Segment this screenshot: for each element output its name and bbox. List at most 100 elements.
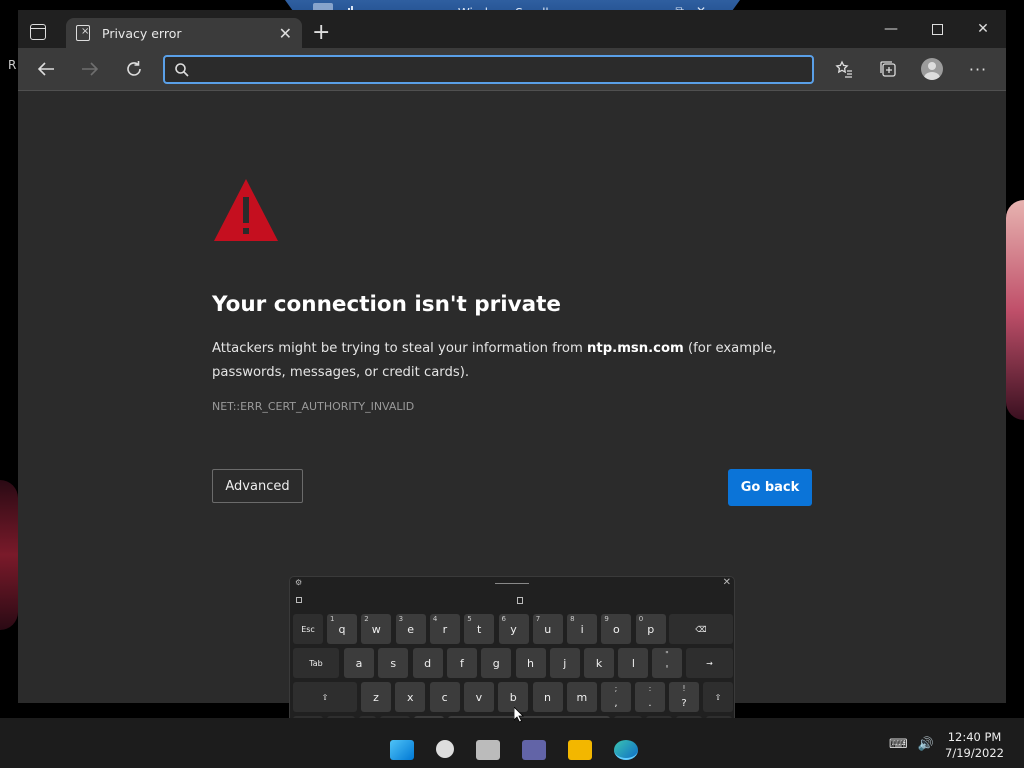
forward-button[interactable] (76, 57, 104, 81)
shift-right-key[interactable]: ⇧ (703, 682, 733, 712)
key-u[interactable]: u7 (532, 614, 563, 644)
start-icon[interactable] (390, 740, 414, 760)
key-label: ⇧ (321, 692, 329, 702)
key-label: → (706, 658, 713, 668)
key-label: b (509, 690, 517, 704)
go-back-button[interactable]: Go back (728, 469, 812, 506)
key-p[interactable]: p0 (635, 614, 666, 644)
refresh-button[interactable] (120, 57, 148, 81)
key-l[interactable]: l (618, 648, 649, 678)
key-t[interactable]: t5 (464, 614, 495, 644)
task-view-icon[interactable] (476, 740, 500, 760)
key-label: , (614, 698, 618, 709)
warning-icon (214, 179, 278, 241)
clock-date: 7/19/2022 (945, 746, 1004, 760)
key-label: d (424, 656, 432, 670)
collections-button[interactable] (874, 57, 902, 81)
key-label: p (647, 622, 655, 636)
drag-handle[interactable] (495, 583, 529, 584)
key-label: i (580, 622, 584, 636)
key-h[interactable]: h (515, 648, 546, 678)
back-button[interactable] (32, 57, 60, 81)
tab-strip: Privacy error ✕ + — ✕ (18, 10, 1006, 48)
key-s[interactable]: s (378, 648, 409, 678)
shift-left-key[interactable]: ⇧ (293, 682, 357, 712)
collections-icon (880, 61, 896, 77)
question-key[interactable]: !? (669, 682, 699, 712)
taskbar: ⌨ 🔊 12:40 PM 7/19/2022 (0, 718, 1024, 768)
tab-privacy-error[interactable]: Privacy error ✕ (66, 18, 302, 48)
key-label: ⌫ (695, 624, 707, 634)
gear-icon[interactable]: ⚙ (295, 578, 302, 587)
key-number-hint: 8 (570, 615, 575, 623)
period-key[interactable]: :. (635, 682, 665, 712)
esc-key[interactable]: Esc (293, 614, 323, 644)
address-bar[interactable] (163, 55, 814, 84)
key-number-hint: 6 (501, 615, 506, 623)
clock[interactable]: 12:40 PM 7/19/2022 (945, 729, 1004, 761)
keyboard-layout-icon[interactable] (296, 597, 302, 603)
profile-button[interactable] (918, 57, 946, 81)
key-n[interactable]: n (532, 682, 563, 712)
tab-actions-icon[interactable] (30, 24, 46, 40)
refresh-icon (127, 61, 141, 76)
key-number-hint: 3 (398, 615, 404, 623)
key-w[interactable]: w2 (361, 614, 392, 644)
backspace-key[interactable]: ⌫ (669, 614, 733, 644)
key-label: Tab (309, 658, 323, 668)
desktop-side-label: R (8, 58, 17, 72)
key-f[interactable]: f (446, 648, 477, 678)
key-z[interactable]: z (361, 682, 391, 712)
star-list-icon (835, 60, 852, 78)
key-a[interactable]: a (344, 648, 374, 678)
error-code: NET::ERR_CERT_AUTHORITY_INVALID (212, 400, 415, 413)
key-number-hint: 1 (330, 615, 335, 623)
key-j[interactable]: j (549, 648, 580, 678)
comma-key[interactable]: ;, (601, 682, 631, 712)
clipboard-icon[interactable] (517, 597, 523, 604)
close-icon[interactable]: ✕ (723, 577, 731, 588)
key-d[interactable]: d (412, 648, 443, 678)
key-label: . (648, 698, 652, 709)
key-label: m (576, 690, 588, 704)
key-c[interactable]: c (429, 682, 460, 712)
close-button[interactable]: ✕ (960, 10, 1006, 48)
settings-more-button[interactable]: ··· (964, 57, 992, 81)
volume-icon[interactable]: 🔊 (918, 737, 934, 752)
key-label: w (371, 622, 381, 636)
advanced-button[interactable]: Advanced (212, 469, 303, 503)
key-x[interactable]: x (395, 682, 426, 712)
key-secondary-label: " (665, 650, 669, 659)
new-tab-button[interactable]: + (312, 22, 330, 44)
key-q[interactable]: q1 (327, 614, 357, 644)
key-label: h (527, 656, 534, 670)
key-e[interactable]: e3 (395, 614, 426, 644)
enter-key[interactable]: → (686, 648, 733, 678)
key-label: v (475, 690, 483, 704)
edge-icon[interactable] (614, 740, 638, 760)
key-label: ' (665, 664, 669, 675)
favorites-button[interactable] (830, 57, 858, 81)
key-y[interactable]: y6 (498, 614, 529, 644)
keyboard-icon[interactable]: ⌨ (889, 737, 908, 752)
minimize-button[interactable]: — (868, 10, 914, 48)
key-o[interactable]: o9 (601, 614, 632, 644)
key-g[interactable]: g (481, 648, 512, 678)
key-label: l (631, 656, 635, 670)
tab-close-button[interactable]: ✕ (279, 24, 292, 43)
maximize-button[interactable] (914, 10, 960, 48)
address-input[interactable] (197, 62, 797, 77)
file-explorer-icon[interactable] (568, 740, 592, 760)
window-controls: — ✕ (868, 10, 1006, 48)
key-i[interactable]: i8 (567, 614, 598, 644)
tab-key[interactable]: Tab (293, 648, 339, 678)
search-icon[interactable] (436, 740, 454, 758)
chat-icon[interactable] (522, 740, 546, 760)
key-r[interactable]: r4 (429, 614, 460, 644)
key-v[interactable]: v (463, 682, 494, 712)
quote-key[interactable]: " ' (652, 648, 682, 678)
avatar (921, 58, 943, 80)
key-label: c (441, 690, 448, 704)
key-k[interactable]: k (584, 648, 615, 678)
key-m[interactable]: m (566, 682, 597, 712)
